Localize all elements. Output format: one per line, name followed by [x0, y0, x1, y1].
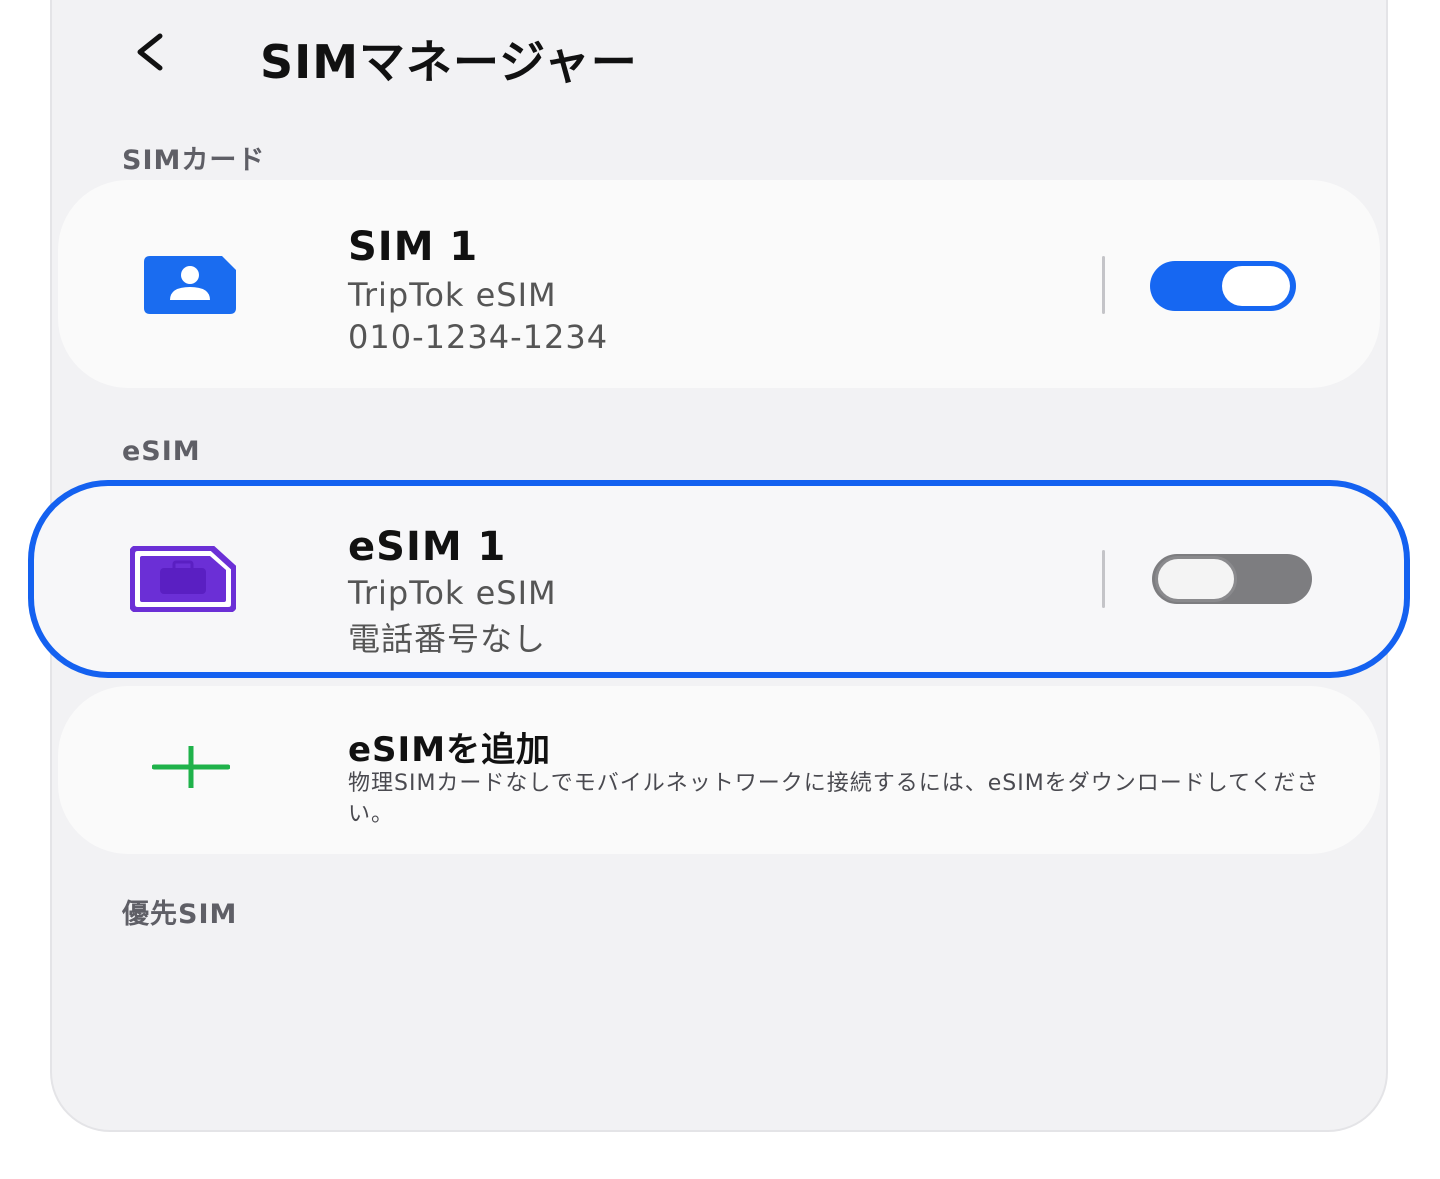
- sim1-number: 010-1234-1234: [348, 318, 609, 356]
- toggle-knob: [1155, 556, 1237, 602]
- chevron-left-icon: [137, 33, 163, 71]
- section-label-esim: eSIM: [122, 436, 201, 467]
- esim1-toggle[interactable]: [1152, 554, 1312, 604]
- plus-icon: [152, 746, 230, 788]
- page-title: SIMマネージャー: [260, 35, 638, 89]
- esim1-carrier: TripTok eSIM: [348, 574, 557, 612]
- add-esim-title: eSIMを追加: [348, 730, 552, 770]
- esim1-number: 電話番号なし: [348, 620, 547, 658]
- sim-card-person-icon: [144, 256, 236, 314]
- add-esim-card[interactable]: eSIMを追加 物理SIMカードなしでモバイルネットワークに接続するには、eSI…: [58, 686, 1380, 854]
- sim1-divider: [1102, 256, 1105, 314]
- esim1-title: eSIM 1: [348, 524, 507, 570]
- section-label-sim-card: SIMカード: [122, 145, 266, 176]
- sim1-toggle[interactable]: [1150, 261, 1296, 311]
- esim1-card[interactable]: eSIM 1 TripTok eSIM 電話番号なし: [28, 480, 1410, 678]
- esim1-divider: [1102, 550, 1105, 608]
- back-button[interactable]: [120, 22, 180, 82]
- esim-briefcase-icon: [130, 546, 236, 612]
- sim1-carrier: TripTok eSIM: [348, 276, 557, 314]
- toggle-knob: [1222, 266, 1290, 306]
- add-esim-description: 物理SIMカードなしでモバイルネットワークに接続するには、eSIMをダウンロード…: [348, 771, 1320, 827]
- section-label-preferred-sim: 優先SIM: [122, 899, 238, 930]
- sim1-card[interactable]: SIM 1 TripTok eSIM 010-1234-1234: [58, 180, 1380, 388]
- sim1-title: SIM 1: [348, 224, 479, 270]
